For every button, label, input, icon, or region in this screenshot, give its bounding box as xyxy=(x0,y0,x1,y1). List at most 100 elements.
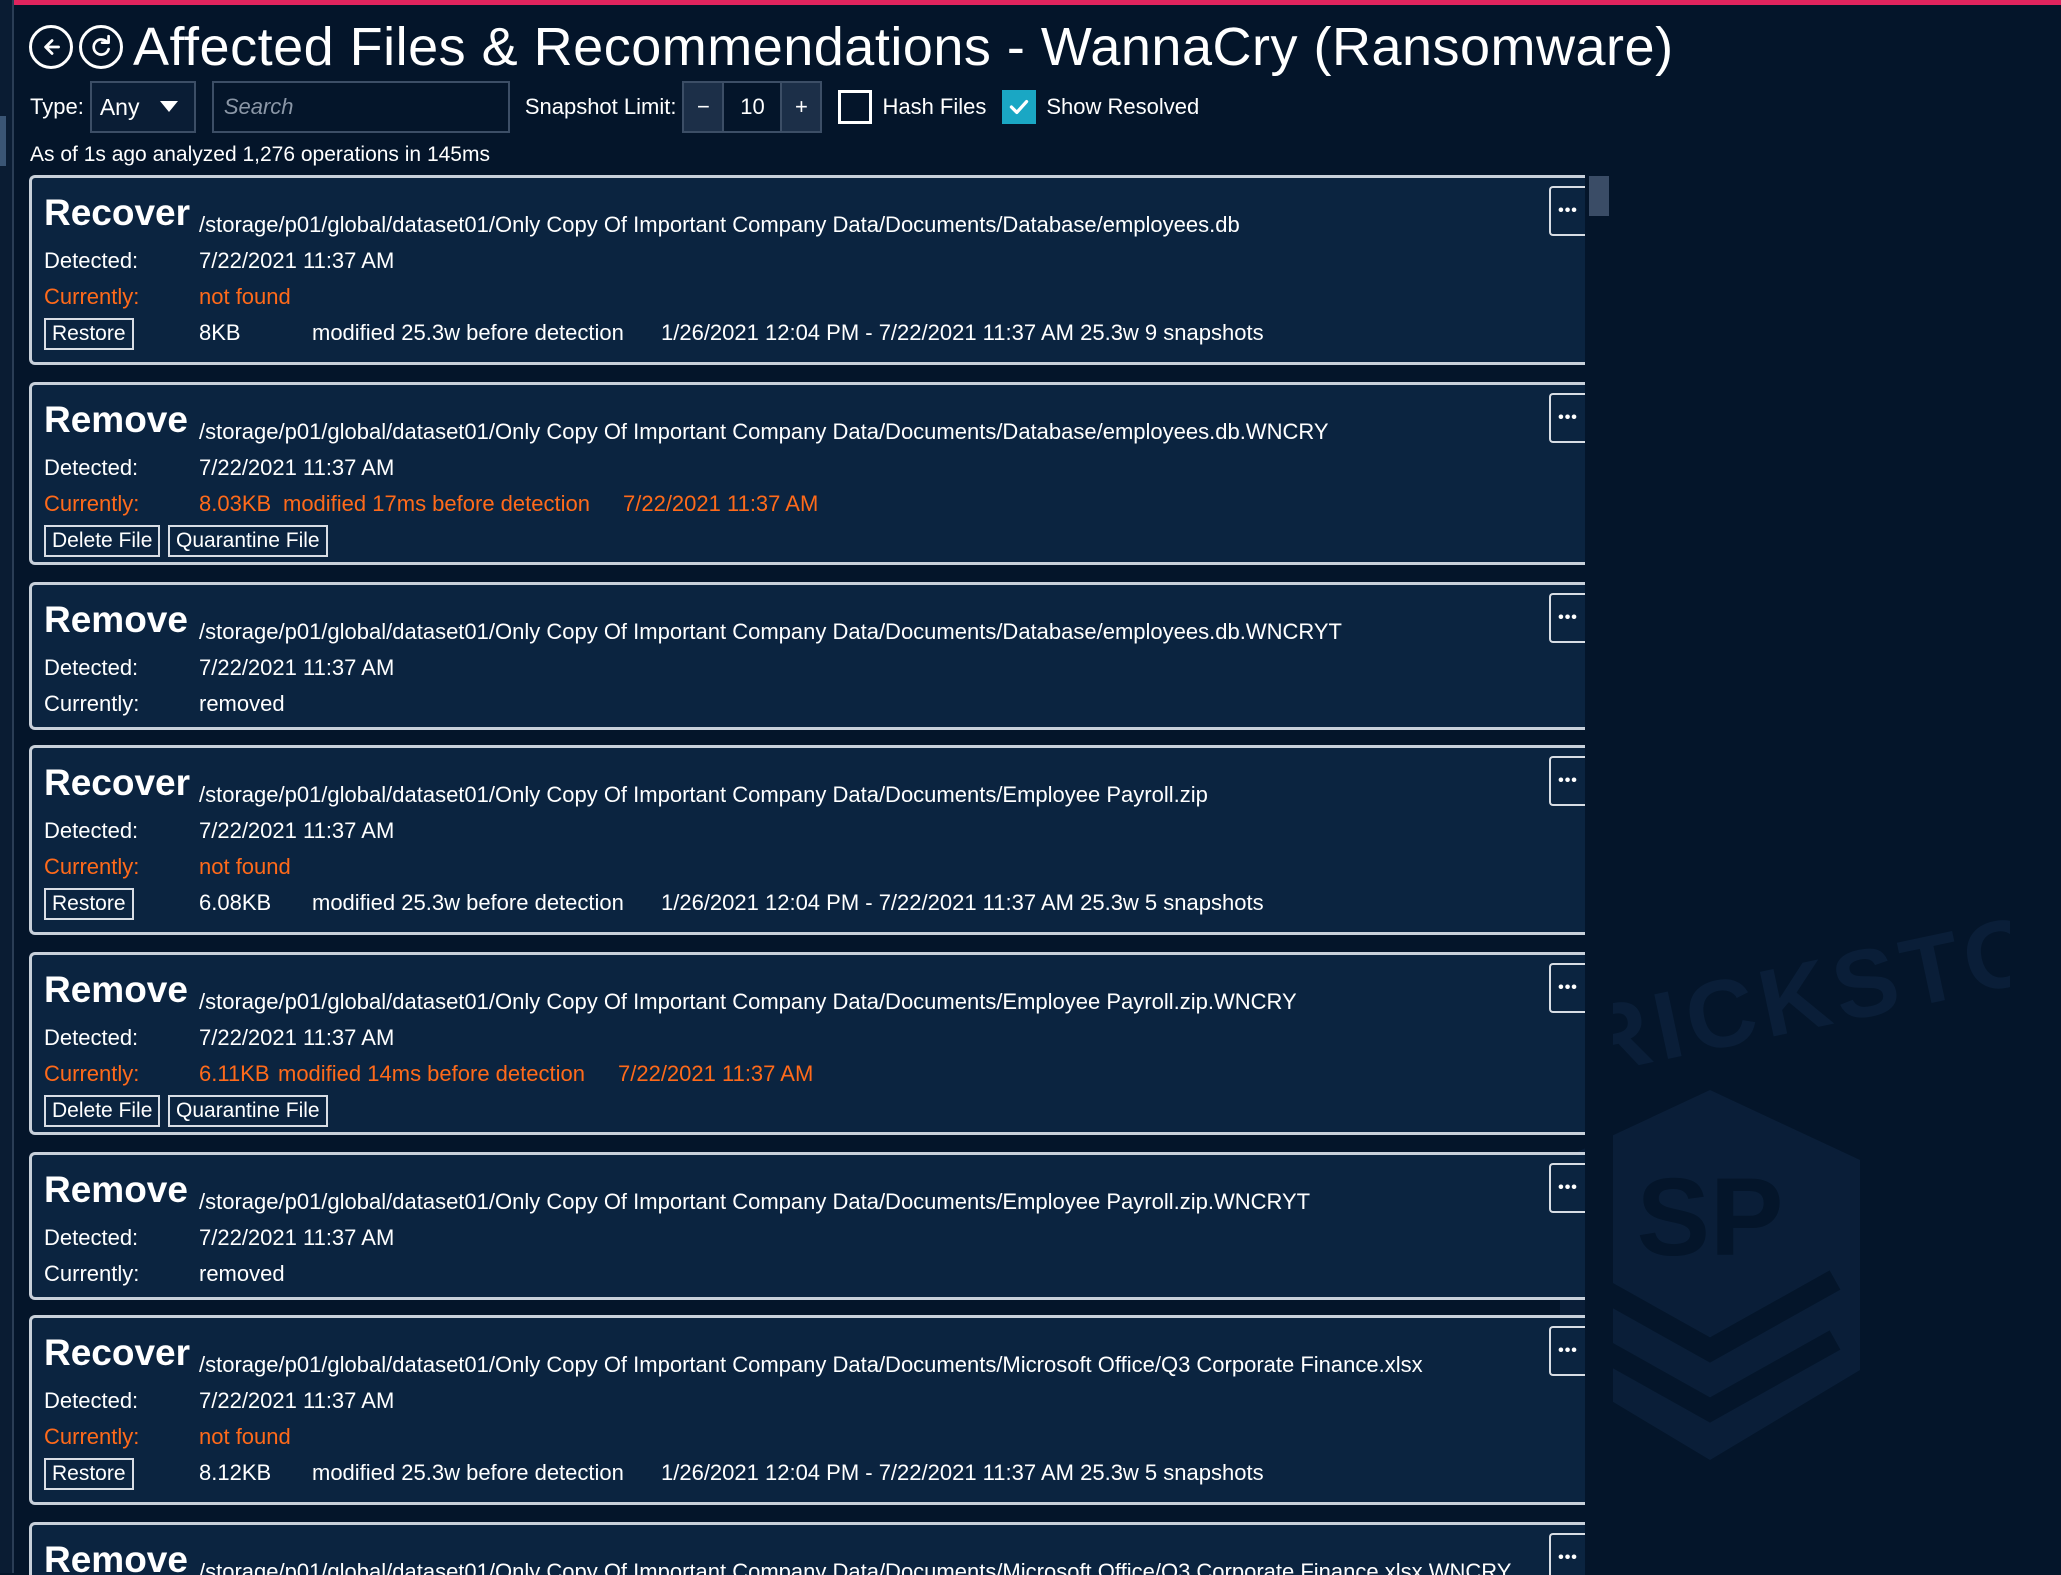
list-item: Remove /storage/p01/global/dataset01/Onl… xyxy=(29,1152,1585,1300)
file-path: /storage/p01/global/dataset01/Only Copy … xyxy=(199,419,1329,444)
quarantine-file-button[interactable]: Quarantine File xyxy=(168,525,328,557)
filter-toolbar: Type: Any Snapshot Limit: − 10 + Hash Fi… xyxy=(30,80,1199,134)
show-resolved-label: Show Resolved xyxy=(1046,94,1200,119)
snapshot-modified: modified 25.3w before detection xyxy=(312,890,624,915)
search-input[interactable] xyxy=(211,81,510,133)
snapshot-range: 1/26/2021 12:04 PM - 7/22/2021 11:37 AM … xyxy=(661,890,1264,915)
currently-value: removed xyxy=(199,691,285,716)
currently-time: 7/22/2021 11:37 AM xyxy=(618,1061,814,1086)
recommendation-action: Remove xyxy=(44,1539,188,1575)
more-options-button[interactable]: ••• xyxy=(1549,963,1585,1013)
list-item: Recover /storage/p01/global/dataset01/On… xyxy=(29,1315,1585,1505)
currently-value: not found xyxy=(199,854,291,879)
snapshot-modified: modified 25.3w before detection xyxy=(312,320,624,345)
chevron-down-icon xyxy=(159,101,178,112)
recommendation-action: Remove xyxy=(44,599,188,640)
page-header: Affected Files & Recommendations - Wanna… xyxy=(29,12,1674,82)
detected-label: Detected: xyxy=(44,1025,139,1050)
detected-label: Detected: xyxy=(44,248,139,273)
more-options-button[interactable]: ••• xyxy=(1549,1163,1585,1213)
more-options-button[interactable]: ••• xyxy=(1549,1326,1585,1376)
detected-label: Detected: xyxy=(44,1388,139,1413)
detected-value: 7/22/2021 11:37 AM xyxy=(199,1388,395,1413)
more-options-button[interactable]: ••• xyxy=(1549,186,1585,236)
currently-value: not found xyxy=(199,284,291,309)
currently-value: removed xyxy=(199,1261,285,1286)
currently-value: not found xyxy=(199,1424,291,1449)
refresh-icon xyxy=(92,34,110,56)
file-path: /storage/p01/global/dataset01/Only Copy … xyxy=(199,782,1208,807)
svg-text:SP: SP xyxy=(1637,1156,1784,1279)
left-edge-panel xyxy=(0,0,14,1573)
type-label: Type: xyxy=(30,94,84,119)
quarantine-file-button[interactable]: Quarantine File xyxy=(168,1095,328,1127)
snapshot-limit-value[interactable]: 10 xyxy=(722,83,783,131)
left-panel-handle[interactable] xyxy=(0,116,6,166)
detected-label: Detected: xyxy=(44,818,139,843)
checkmark-icon xyxy=(1010,99,1029,115)
currently-label: Currently: xyxy=(44,1261,140,1286)
currently-size: 8.03KB xyxy=(199,491,272,516)
analysis-status: As of 1s ago analyzed 1,276 operations i… xyxy=(30,143,490,166)
delete-file-button[interactable]: Delete File xyxy=(44,1095,161,1127)
hash-files-checkbox[interactable] xyxy=(838,90,873,124)
snapshot-modified: modified 25.3w before detection xyxy=(312,1460,624,1485)
currently-label: Currently: xyxy=(44,284,140,309)
restore-button[interactable]: Restore xyxy=(44,888,134,920)
list-item: Remove /storage/p01/global/dataset01/Onl… xyxy=(29,952,1585,1135)
detected-value: 7/22/2021 11:37 AM xyxy=(199,1025,395,1050)
snapshot-size: 8KB xyxy=(199,320,241,345)
more-options-button[interactable]: ••• xyxy=(1549,593,1585,643)
file-path: /storage/p01/global/dataset01/Only Copy … xyxy=(199,212,1240,237)
hash-files-toggle[interactable]: Hash Files xyxy=(838,90,986,124)
detected-value: 7/22/2021 11:37 AM xyxy=(199,248,395,273)
more-options-button[interactable]: ••• xyxy=(1549,756,1585,806)
list-scrollbar[interactable] xyxy=(1585,175,1613,1573)
affected-files-list: Recover /storage/p01/global/dataset01/On… xyxy=(29,175,1585,1575)
list-item: Remove /storage/p01/global/dataset01/Onl… xyxy=(29,382,1585,565)
increment-button[interactable]: + xyxy=(782,83,821,131)
file-path: /storage/p01/global/dataset01/Only Copy … xyxy=(199,1352,1423,1377)
file-path: /storage/p01/global/dataset01/Only Copy … xyxy=(199,619,1342,644)
detected-label: Detected: xyxy=(44,655,139,680)
type-dropdown[interactable]: Any xyxy=(89,81,196,133)
more-options-button[interactable]: ••• xyxy=(1549,393,1585,443)
delete-file-button[interactable]: Delete File xyxy=(44,525,161,557)
recommendation-action: Remove xyxy=(44,399,188,440)
snapshot-limit-stepper: − 10 + xyxy=(682,81,823,133)
show-resolved-checkbox[interactable] xyxy=(1002,90,1037,124)
scrollbar-thumb[interactable] xyxy=(1589,176,1609,216)
restore-button[interactable]: Restore xyxy=(44,318,134,350)
snapshot-size: 8.12KB xyxy=(199,1460,272,1485)
snapshot-range: 1/26/2021 12:04 PM - 7/22/2021 11:37 AM … xyxy=(661,1460,1264,1485)
currently-modified: modified 17ms before detection xyxy=(283,491,590,516)
refresh-button[interactable] xyxy=(79,25,123,69)
recommendation-action: Remove xyxy=(44,1169,188,1210)
type-dropdown-value: Any xyxy=(99,93,140,120)
currently-label: Currently: xyxy=(44,854,140,879)
file-path: /storage/p01/global/dataset01/Only Copy … xyxy=(199,989,1297,1014)
list-item: Recover /storage/p01/global/dataset01/On… xyxy=(29,745,1585,935)
snapshot-limit-label: Snapshot Limit: xyxy=(524,94,677,119)
detected-value: 7/22/2021 11:37 AM xyxy=(199,818,395,843)
detected-label: Detected: xyxy=(44,455,139,480)
list-item: Recover /storage/p01/global/dataset01/On… xyxy=(29,175,1585,365)
back-arrow-icon xyxy=(44,39,60,55)
currently-label: Currently: xyxy=(44,1061,140,1086)
detected-value: 7/22/2021 11:37 AM xyxy=(199,655,395,680)
more-options-button[interactable]: ••• xyxy=(1549,1533,1585,1575)
show-resolved-toggle[interactable]: Show Resolved xyxy=(1002,90,1199,124)
file-path: /storage/p01/global/dataset01/Only Copy … xyxy=(199,1189,1311,1214)
back-button[interactable] xyxy=(29,25,73,69)
list-item: Remove /storage/p01/global/dataset01/Onl… xyxy=(29,1522,1585,1575)
restore-button[interactable]: Restore xyxy=(44,1458,134,1490)
detected-value: 7/22/2021 11:37 AM xyxy=(199,455,395,480)
currently-label: Currently: xyxy=(44,1424,140,1449)
hash-files-label: Hash Files xyxy=(882,94,987,119)
decrement-button[interactable]: − xyxy=(684,83,723,131)
top-accent-bar xyxy=(0,0,2061,5)
recommendation-action: Recover xyxy=(44,762,191,803)
snapshot-range: 1/26/2021 12:04 PM - 7/22/2021 11:37 AM … xyxy=(661,320,1264,345)
currently-size: 6.11KB xyxy=(199,1061,270,1086)
list-item: Remove /storage/p01/global/dataset01/Onl… xyxy=(29,582,1585,730)
